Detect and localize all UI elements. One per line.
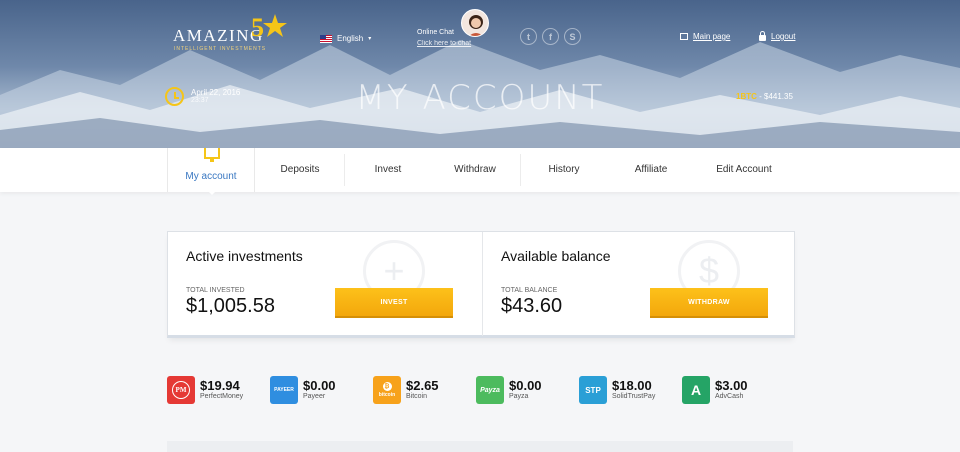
pm-badge: PM [172, 381, 190, 399]
nav-label: Invest [374, 164, 402, 175]
wallet-amount: $0.00 [303, 378, 336, 393]
nav-label: Deposits [280, 164, 320, 175]
bitcoin-symbol: ₿ [382, 382, 392, 391]
nav-label: My account [185, 171, 237, 182]
total-invested-amount: $1,005.58 [186, 295, 275, 317]
nav-edit-account[interactable]: Edit Account [700, 148, 788, 192]
hero-banner: AMAZING INTELLIGENT INVESTMENTS 5 Englis… [0, 0, 960, 148]
nav-label: Affiliate [634, 164, 668, 175]
skype-icon[interactable]: S [564, 28, 581, 45]
logo[interactable]: AMAZING INTELLIGENT INVESTMENTS 5 [173, 12, 293, 56]
nav-history[interactable]: History [520, 148, 608, 192]
balance-heading: Available balance [501, 248, 611, 264]
logout-link[interactable]: Logout [759, 30, 796, 41]
nav-invest[interactable]: Invest [344, 148, 432, 192]
perfectmoney-icon: PM [167, 376, 195, 404]
wallet-name: PerfectMoney [200, 393, 244, 400]
total-invested-label: TOTAL INVESTED [186, 287, 245, 294]
account-summary-card: + Active investments TOTAL INVESTED $1,0… [167, 231, 795, 338]
chevron-down-icon: ▾ [368, 36, 372, 42]
available-balance-panel: $ Available balance TOTAL BALANCE $43.60… [482, 232, 795, 336]
monitor-icon [204, 148, 220, 162]
nav-label: Withdraw [454, 164, 496, 175]
investments-heading: Active investments [186, 248, 303, 264]
wallet-name: Payeer [303, 393, 326, 400]
withdraw-button[interactable]: WITHDRAW [650, 288, 768, 318]
nav-affiliate[interactable]: Affiliate [607, 148, 695, 192]
solidtrustpay-icon: STP [579, 376, 607, 404]
active-investments-panel: + Active investments TOTAL INVESTED $1,0… [168, 232, 481, 336]
logo-numeral: 5 [251, 13, 264, 42]
bitcoin-badge: bitcoin [378, 392, 396, 398]
language-label: English [337, 34, 364, 43]
social-links: t f S [520, 28, 581, 45]
wallet-amount: $3.00 [715, 378, 748, 393]
language-selector[interactable]: English ▾ [320, 34, 371, 43]
next-section-edge [167, 441, 793, 452]
active-pointer [206, 189, 218, 195]
wallet-amount: $0.00 [509, 378, 542, 393]
document-icon [680, 33, 688, 40]
btc-ticker: 1BTC - $441.35 [736, 92, 793, 101]
total-balance-label: TOTAL BALANCE [501, 287, 558, 294]
nav-my-account[interactable]: My account [167, 148, 255, 195]
main-nav: My account Deposits Invest Withdraw Hist… [0, 148, 960, 195]
advcash-icon: A [682, 376, 710, 404]
main-page-link[interactable]: Main page [680, 32, 730, 41]
payza-icon: Payza [476, 376, 504, 404]
ticker-price: - $441.35 [759, 92, 793, 101]
wallet-name: Bitcoin [406, 393, 428, 400]
wallet-amount: $2.65 [406, 378, 439, 393]
support-avatar[interactable] [461, 9, 489, 37]
invest-button[interactable]: INVEST [335, 288, 453, 318]
lock-icon [759, 30, 766, 41]
online-chat[interactable]: Online Chat Click here to chat [417, 29, 471, 47]
wallet-amount: $19.94 [200, 378, 240, 393]
star-five-icon: 5 [251, 13, 287, 42]
wallet-amount: $18.00 [612, 378, 652, 393]
twitter-icon[interactable]: t [520, 28, 537, 45]
main-page-label: Main page [693, 32, 731, 41]
chat-link[interactable]: Click here to chat [417, 40, 471, 47]
wallet-name: SolidTrustPay [612, 393, 656, 400]
ticker-symbol: 1BTC [736, 92, 757, 101]
wallet-name: AdvCash [715, 393, 744, 400]
nav-deposits[interactable]: Deposits [256, 148, 344, 192]
nav-label: Edit Account [716, 164, 772, 175]
logout-label: Logout [771, 32, 796, 41]
us-flag-icon [320, 34, 332, 43]
payeer-icon: PAYEER [270, 376, 298, 404]
nav-withdraw[interactable]: Withdraw [431, 148, 519, 192]
wallet-name: Payza [509, 393, 529, 400]
nav-label: History [548, 164, 580, 175]
bitcoin-icon: ₿ bitcoin [373, 376, 401, 404]
page-title: MY ACCOUNT [355, 78, 605, 118]
total-balance-amount: $43.60 [501, 295, 563, 317]
facebook-icon[interactable]: f [542, 28, 559, 45]
